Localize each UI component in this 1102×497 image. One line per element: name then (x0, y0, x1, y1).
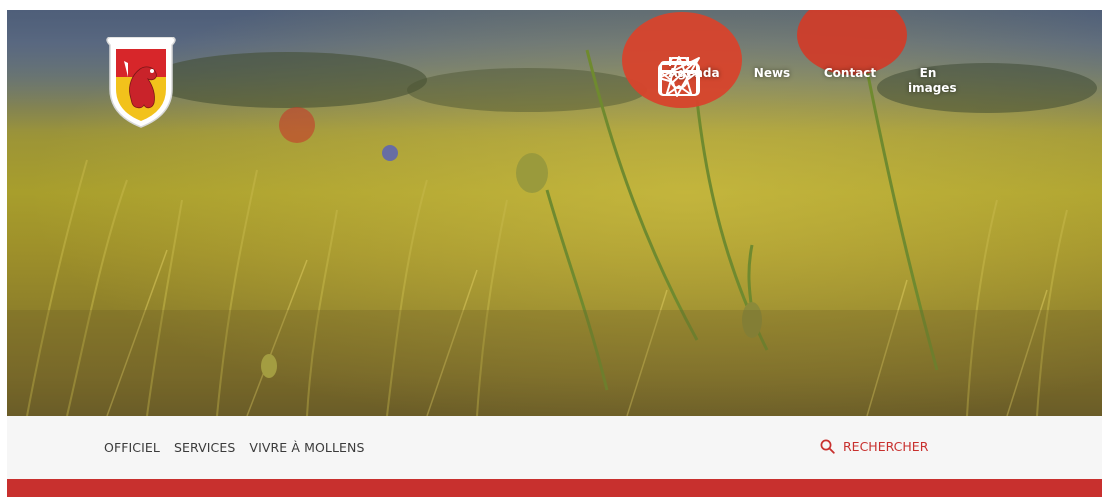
quicklink-news[interactable]: News (658, 54, 811, 96)
camera-icon (658, 57, 700, 96)
coat-of-arms-lion-icon[interactable] (102, 37, 180, 129)
nav-item-officiel[interactable]: OFFICIEL (104, 440, 160, 455)
nav-item-services[interactable]: SERVICES (174, 440, 235, 455)
hero-image: Agenda News Contact (7, 10, 1102, 416)
page: Agenda News Contact (0, 0, 1102, 497)
search-button[interactable]: RECHERCHER (820, 439, 928, 454)
main-nav: OFFICIEL SERVICES VIVRE À MOLLENS (104, 440, 365, 455)
quicklink-en-images[interactable]: En images (658, 54, 967, 96)
search-label: RECHERCHER (843, 439, 929, 454)
nav-item-vivre-a-mollens[interactable]: VIVRE À MOLLENS (249, 440, 364, 455)
quick-links: Agenda News Contact (655, 54, 967, 97)
quicklink-en-images-label: En images (908, 66, 957, 95)
search-icon (820, 439, 835, 454)
quicklink-contact[interactable]: Contact (658, 54, 889, 97)
main-navbar: OFFICIEL SERVICES VIVRE À MOLLENS RECHER… (7, 416, 1102, 479)
quicklink-news-label: News (753, 66, 791, 80)
quicklink-contact-label: Contact (823, 66, 877, 80)
accent-bar (7, 479, 1102, 497)
